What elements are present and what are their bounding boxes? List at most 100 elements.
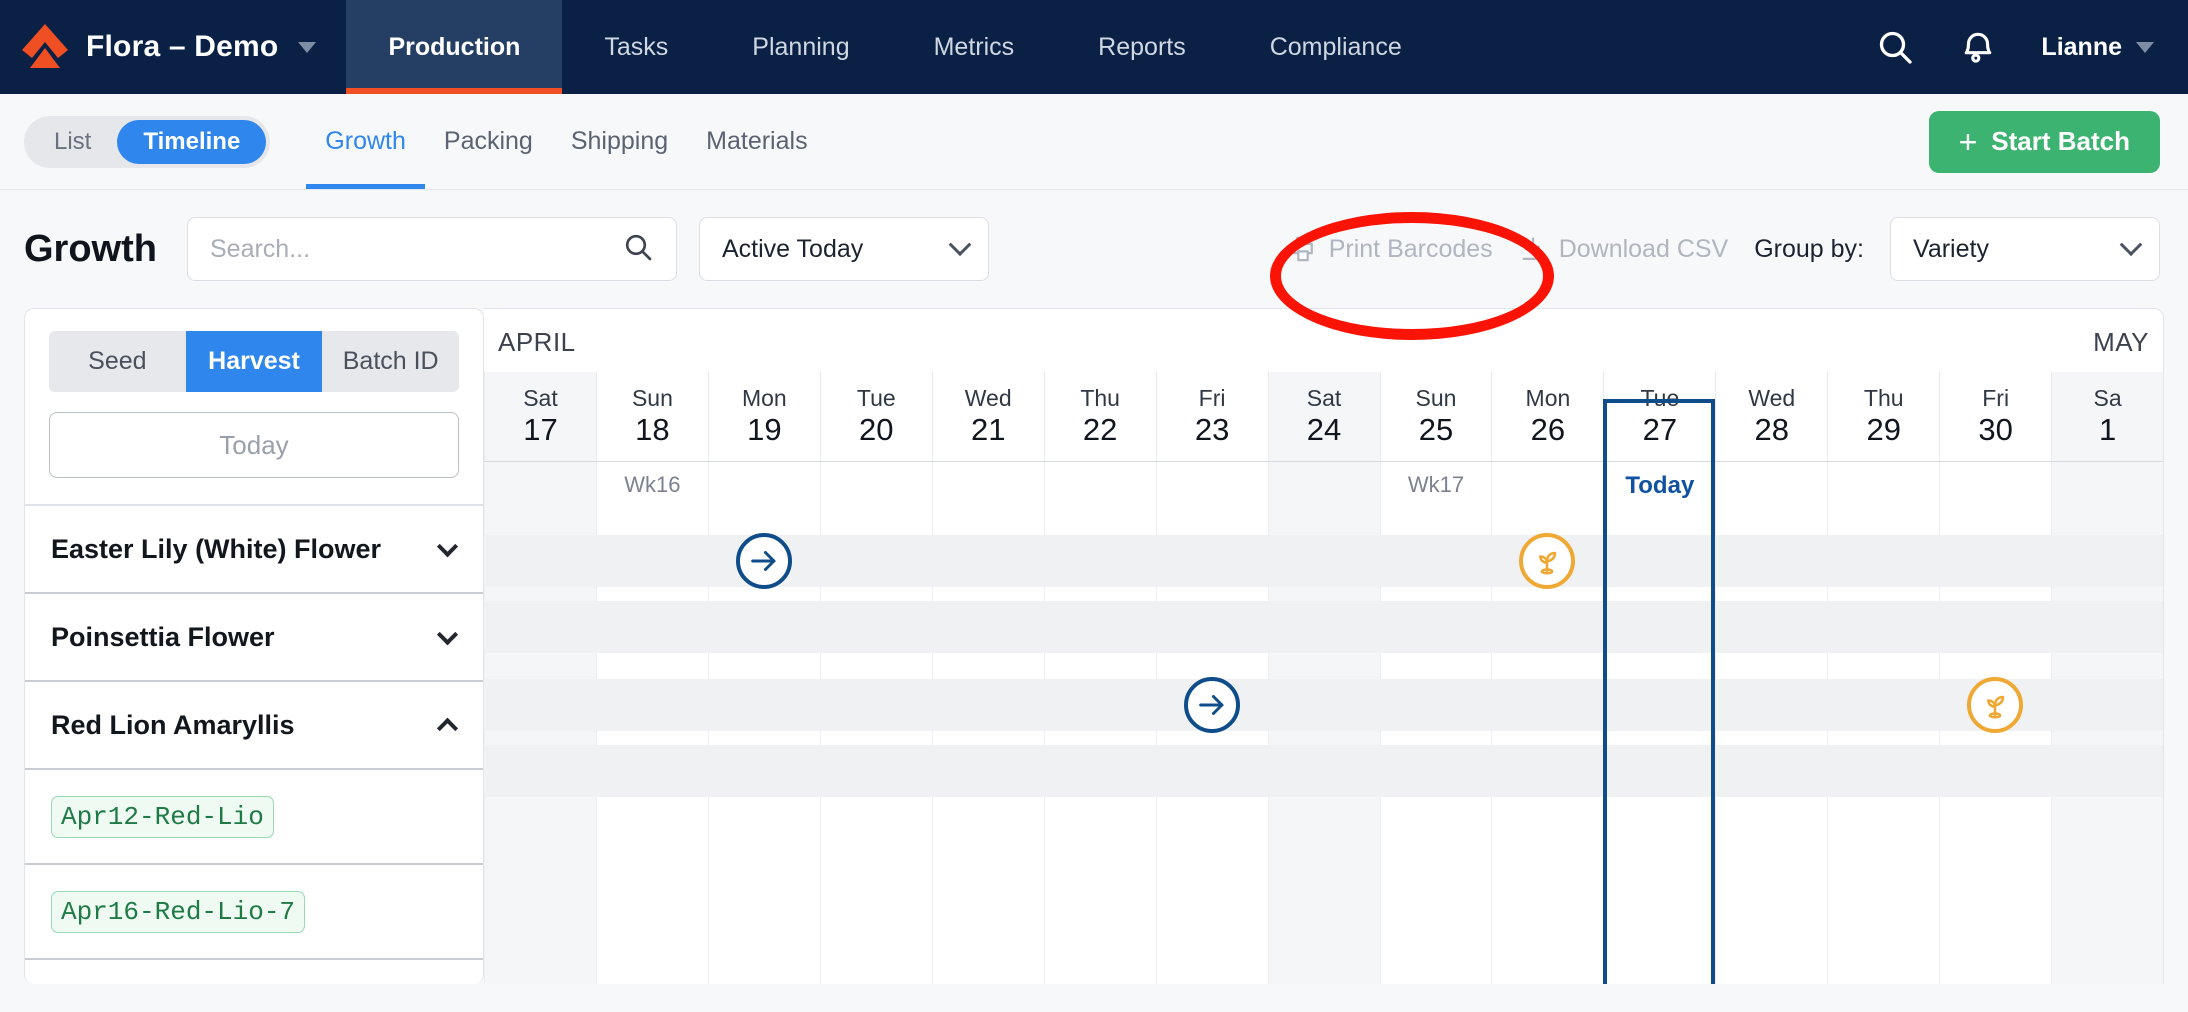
day-header-17[interactable]: Sat 17 [484, 372, 596, 461]
nav-tab-tasks[interactable]: Tasks [562, 0, 710, 94]
sprout-icon[interactable] [1967, 677, 2024, 733]
day-header-26[interactable]: Mon 26 [1491, 372, 1603, 461]
section-tab-shipping[interactable]: Shipping [552, 94, 687, 189]
day-of-week-label: Tue [1640, 384, 1680, 411]
day-number-label: 17 [523, 412, 558, 448]
variety-group-label: Poinsettia Flower [51, 621, 275, 652]
day-header-23[interactable]: Fri 23 [1155, 372, 1268, 461]
view-mode-list[interactable]: List [28, 120, 117, 164]
ship-arrow-icon[interactable] [735, 533, 792, 589]
date-mode-batch-id[interactable]: Batch ID [322, 331, 459, 392]
section-tabs: Growth Packing Shipping Materials [306, 94, 826, 189]
day-number-label: 26 [1530, 412, 1566, 448]
view-mode-timeline[interactable]: Timeline [117, 119, 267, 164]
section-tab-growth[interactable]: Growth [306, 94, 425, 189]
variety-group-poinsettia[interactable]: Poinsettia Flower [25, 594, 483, 682]
chevron-down-icon [436, 535, 459, 557]
timeline-calendar[interactable]: APRIL MAY Sat 17 Sun 18 Mon 19 Tue 20 Wed 21 Thu 22… [484, 308, 2164, 984]
month-header-row: APRIL MAY [484, 309, 2163, 372]
printer-icon [1292, 236, 1313, 262]
main-content: Seed Harvest Batch ID Today Easter Lily … [0, 308, 2188, 984]
day-of-week-label: Tue [856, 384, 896, 411]
day-header-24[interactable]: Sat 24 [1267, 372, 1380, 461]
day-number-label: 19 [747, 412, 782, 448]
day-of-week-label: Sat [523, 384, 558, 411]
variety-group-label: Red Lion Amaryllis [51, 709, 295, 740]
status-filter-value: Active Today [721, 234, 864, 263]
brand-chevron-down-icon [298, 41, 317, 53]
day-header-29[interactable]: Thu 29 [1827, 372, 1939, 461]
day-of-week-label: Thu [1863, 384, 1904, 411]
day-number-label: 24 [1306, 412, 1342, 448]
timeline-row-band [484, 601, 2163, 653]
brand-name: Flora – Demo [86, 30, 279, 63]
day-of-week-label: Sa [2093, 384, 2122, 411]
toolbar-actions: Print Barcodes Download CSV Group by: Va… [1289, 217, 2160, 281]
week-number-label: Wk17 [1407, 472, 1465, 497]
day-of-week-label: Fri [1198, 384, 1226, 411]
status-filter-select[interactable]: Active Today [698, 217, 989, 281]
start-batch-label: Start Batch [1991, 126, 2130, 156]
timeline-row-band [484, 745, 2163, 797]
notification-bell-icon[interactable] [1959, 28, 1997, 66]
sprout-icon[interactable] [1519, 533, 1576, 589]
day-header-22[interactable]: Thu 22 [1043, 372, 1156, 461]
date-mode-seed[interactable]: Seed [49, 331, 186, 392]
chevron-down-icon [2119, 233, 2143, 257]
download-icon [1522, 237, 1544, 261]
nav-tab-compliance[interactable]: Compliance [1228, 0, 1444, 94]
day-header-30[interactable]: Fri 30 [1939, 372, 2051, 461]
day-header-1[interactable]: Sa 1 [2051, 372, 2163, 461]
section-tab-packing[interactable]: Packing [425, 94, 552, 189]
day-of-week-label: Mon [741, 384, 787, 411]
brand-menu[interactable]: Flora – Demo [0, 0, 346, 94]
search-icon[interactable] [1875, 27, 1915, 67]
search-icon [622, 231, 654, 268]
sidebar-controls: Seed Harvest Batch ID Today [25, 309, 483, 506]
day-number-label: 29 [1866, 412, 1901, 448]
day-header-21[interactable]: Wed 21 [931, 372, 1044, 461]
section-tab-materials[interactable]: Materials [687, 94, 826, 189]
day-header-19[interactable]: Mon 19 [707, 372, 820, 461]
day-header-28[interactable]: Wed 28 [1715, 372, 1827, 461]
print-barcodes-button[interactable]: Print Barcodes [1289, 235, 1493, 264]
today-button[interactable]: Today [49, 412, 459, 478]
user-menu[interactable]: Lianne [2041, 33, 2154, 62]
day-header-27[interactable]: Tue 27 [1603, 372, 1715, 461]
day-number-label: 18 [635, 412, 670, 448]
batch-list-item[interactable]: Apr12-Red-Lio [25, 770, 483, 865]
day-number-label: 25 [1418, 412, 1454, 448]
nav-tab-reports[interactable]: Reports [1056, 0, 1228, 94]
start-batch-button[interactable]: + Start Batch [1928, 110, 2160, 173]
nav-tab-planning[interactable]: Planning [710, 0, 891, 94]
group-by-value: Variety [1913, 234, 1989, 263]
user-chevron-down-icon [2136, 41, 2154, 53]
batch-list-item[interactable]: Apr16-Red-Lio-7 [25, 865, 483, 960]
day-header-25[interactable]: Sun 25 [1379, 372, 1492, 461]
day-header-row: Sat 17 Sun 18 Mon 19 Tue 20 Wed 21 Thu 22 Fri 23 Sat 24… [484, 372, 2163, 462]
day-number-label: 20 [859, 412, 894, 448]
variety-group-easter-lily[interactable]: Easter Lily (White) Flower [25, 506, 483, 594]
variety-group-red-lion-amaryllis[interactable]: Red Lion Amaryllis [25, 682, 483, 770]
batch-id-chip: Apr16-Red-Lio-7 [51, 890, 306, 933]
day-header-20[interactable]: Tue 20 [819, 372, 932, 461]
month-label-may: MAY [2093, 327, 2149, 357]
day-of-week-label: Mon [1525, 384, 1571, 411]
day-number-label: 23 [1194, 412, 1230, 448]
day-number-label: 21 [970, 412, 1006, 448]
top-navigation-bar: Flora – Demo Production Tasks Planning M… [0, 0, 2188, 94]
date-mode-harvest[interactable]: Harvest [185, 331, 323, 392]
search-box[interactable] [186, 217, 677, 281]
day-header-18[interactable]: Sun 18 [595, 372, 708, 461]
search-input[interactable] [209, 234, 622, 264]
timeline-row-band [484, 679, 2163, 731]
group-by-select[interactable]: Variety [1890, 217, 2160, 281]
nav-tab-metrics[interactable]: Metrics [892, 0, 1057, 94]
ship-arrow-icon[interactable] [1183, 677, 1240, 733]
day-of-week-label: Sun [1415, 384, 1457, 411]
week-number-label: Wk16 [624, 472, 681, 497]
batch-list-item[interactable] [25, 960, 483, 984]
nav-tab-production[interactable]: Production [346, 0, 563, 94]
filter-toolbar: Growth Active Today Print Barcodes Downl… [0, 190, 2188, 308]
download-csv-button[interactable]: Download CSV [1519, 235, 1728, 264]
